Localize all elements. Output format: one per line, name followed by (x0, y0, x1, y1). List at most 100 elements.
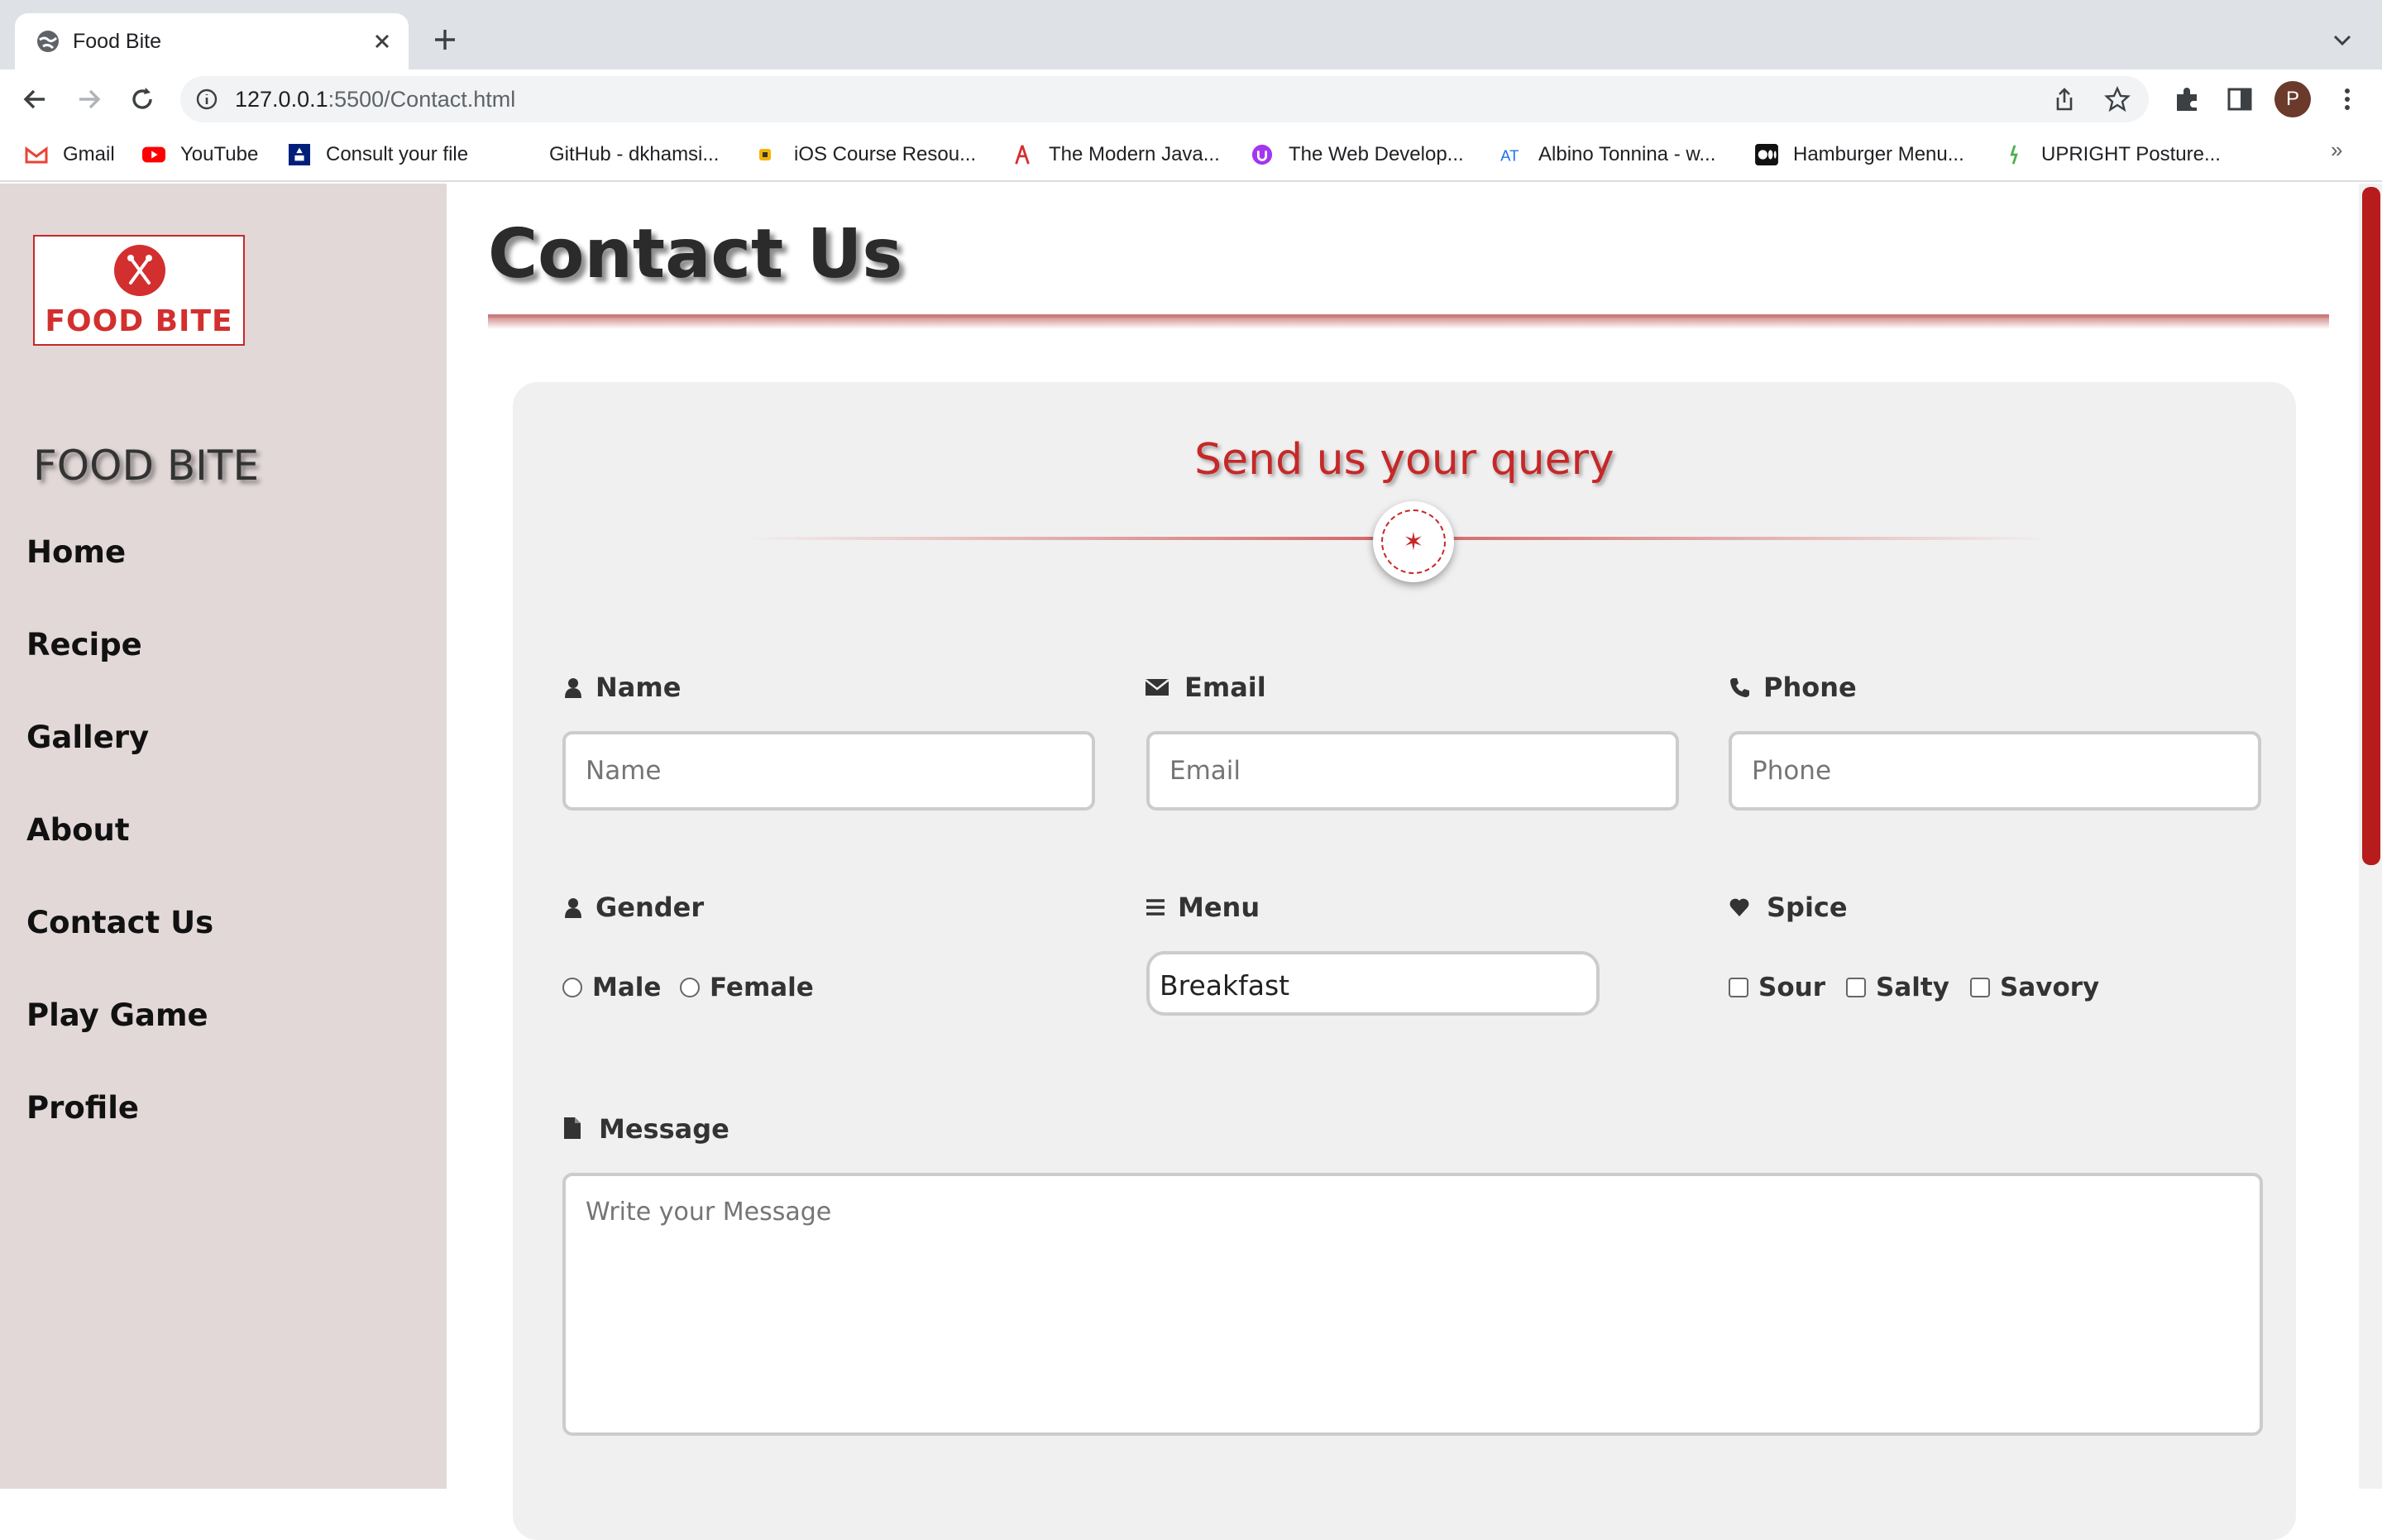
share-icon[interactable] (2051, 86, 2078, 112)
more-bookmarks-chevron[interactable]: » (2331, 137, 2342, 163)
checkbox[interactable] (1846, 978, 1866, 997)
svg-text:AT: AT (1500, 146, 1519, 164)
radio-button[interactable] (562, 978, 582, 997)
bookmark-label: UPRIGHT Posture... (2041, 143, 2221, 165)
bookmark-item[interactable]: YouTube (142, 141, 275, 169)
bookmark-star-icon[interactable] (2104, 86, 2131, 112)
bookmark-label: Gmail (63, 143, 115, 165)
ios-icon (759, 149, 771, 160)
envelope-icon (1145, 679, 1169, 696)
brand-name: FOOD BITE (33, 442, 260, 490)
bookmarks-bar: Gmail YouTube Consult your file GitHub -… (0, 129, 2382, 182)
gender-label-text: Gender (596, 892, 705, 923)
bookmark-item[interactable]: The Modern Java... (1011, 141, 1229, 169)
reload-icon[interactable] (127, 84, 157, 114)
bookmark-item[interactable]: iOS Course Resou... (758, 141, 983, 169)
asterisk-icon: ✶ (1381, 509, 1446, 574)
url-path: :5500/Contact.html (328, 87, 516, 112)
radio-label: Female (710, 973, 814, 1002)
bookmark-item[interactable]: Hamburger Menu... (1755, 141, 1978, 169)
bookmark-item[interactable]: GitHub - dkhamsi... (511, 141, 729, 169)
bookmark-label: Hamburger Menu... (1793, 143, 1964, 165)
menu-label-text: Menu (1178, 892, 1260, 923)
tab-title: Food Bite (73, 30, 162, 53)
browser-tab-strip: Food Bite (0, 0, 2382, 69)
bookmark-item[interactable]: AT Albino Tonnina - w... (1500, 141, 1732, 169)
new-tab-plus-icon[interactable] (430, 25, 460, 55)
bookmark-label: Albino Tonnina - w... (1538, 143, 1716, 165)
checkbox[interactable] (1729, 978, 1748, 997)
url-text: 127.0.0.1:5500/Contact.html (235, 85, 515, 113)
url-host: 127.0.0.1 (235, 87, 328, 112)
bookmark-item[interactable]: Gmail (25, 141, 124, 169)
nav-item-play-game[interactable]: Play Game (26, 997, 208, 1033)
close-icon[interactable] (369, 28, 395, 55)
checkbox-label: Sour (1758, 973, 1825, 1002)
bookmark-label: The Modern Java... (1049, 143, 1220, 165)
phone-label-text: Phone (1763, 672, 1857, 703)
plate-icon (114, 245, 165, 296)
browser-toolbar: 127.0.0.1:5500/Contact.html (0, 69, 2382, 129)
page-title: Contact Us (488, 215, 903, 294)
js-icon (1015, 145, 1030, 165)
bookmark-item[interactable]: UPRIGHT Posture... (2003, 141, 2235, 169)
bookmark-label: The Web Develop... (1289, 143, 1464, 165)
nav-item-profile[interactable]: Profile (26, 1090, 139, 1126)
nav-item-about[interactable]: About (26, 812, 130, 848)
udemy-icon (1251, 144, 1273, 165)
phone-input[interactable] (1729, 731, 2261, 811)
browser-tab[interactable]: Food Bite (15, 13, 409, 69)
name-label-text: Name (596, 672, 682, 703)
radio-button[interactable] (680, 978, 700, 997)
user-icon (565, 678, 581, 698)
kebab-menu-icon[interactable] (2332, 84, 2362, 114)
sidebar: FOOD BITE FOOD BITE Home Recipe Gallery … (0, 184, 447, 1489)
spice-label-text: Spice (1767, 892, 1848, 923)
bookmark-label: Consult your file (326, 143, 469, 165)
upright-icon (2010, 145, 2018, 165)
name-input[interactable] (562, 731, 1095, 811)
gmail-icon (25, 146, 48, 164)
checkbox-label: Savory (2000, 973, 2100, 1002)
youtube-icon (142, 146, 165, 163)
extensions-puzzle-icon[interactable] (2172, 84, 2202, 114)
nav-item-contact-us[interactable]: Contact Us (26, 905, 213, 940)
site-logo[interactable]: FOOD BITE (33, 235, 245, 346)
heart-icon (1729, 898, 1749, 916)
email-input[interactable] (1146, 731, 1679, 811)
divider-badge: ✶ (1373, 501, 1454, 582)
forward-arrow-icon[interactable] (74, 84, 104, 114)
bookmark-item[interactable]: Consult your file (288, 141, 486, 169)
nav-item-home[interactable]: Home (26, 534, 126, 570)
side-panel-icon[interactable] (2225, 84, 2255, 114)
site-info-icon[interactable] (195, 88, 218, 111)
checkbox[interactable] (1970, 978, 1990, 997)
logo-wordmark: FOOD BITE (45, 304, 233, 338)
menu-select[interactable]: Breakfast (1146, 951, 1600, 1016)
bookmark-label: iOS Course Resou... (794, 143, 977, 165)
form-heading: Send us your query (1194, 435, 1614, 485)
tab-search-chevron-icon[interactable] (2331, 28, 2354, 51)
fork-knife-icon (127, 255, 152, 285)
profile-avatar[interactable]: P (2274, 81, 2311, 117)
file-icon (564, 1117, 581, 1139)
nav-item-recipe[interactable]: Recipe (26, 627, 142, 662)
bookmark-label: GitHub - dkhamsi... (549, 143, 720, 165)
user-icon (565, 898, 581, 918)
radio-label: Male (592, 973, 662, 1002)
scrollbar-thumb[interactable] (2362, 187, 2380, 865)
message-textarea[interactable] (562, 1173, 2263, 1436)
nav-item-gallery[interactable]: Gallery (26, 720, 149, 755)
message-label-text: Message (599, 1113, 729, 1145)
back-arrow-icon[interactable] (20, 84, 50, 114)
medium-icon (1755, 144, 1778, 165)
bookmark-item[interactable]: The Web Develop... (1251, 141, 1476, 169)
globe-icon (37, 31, 59, 52)
phone-icon (1730, 678, 1749, 697)
bookmark-label: YouTube (180, 143, 259, 165)
checkbox-label: Salty (1876, 973, 1949, 1002)
bars-icon (1146, 899, 1165, 916)
consult-icon (289, 144, 310, 165)
address-bar[interactable]: 127.0.0.1:5500/Contact.html (180, 76, 2149, 122)
at-icon: AT (1500, 146, 1519, 164)
